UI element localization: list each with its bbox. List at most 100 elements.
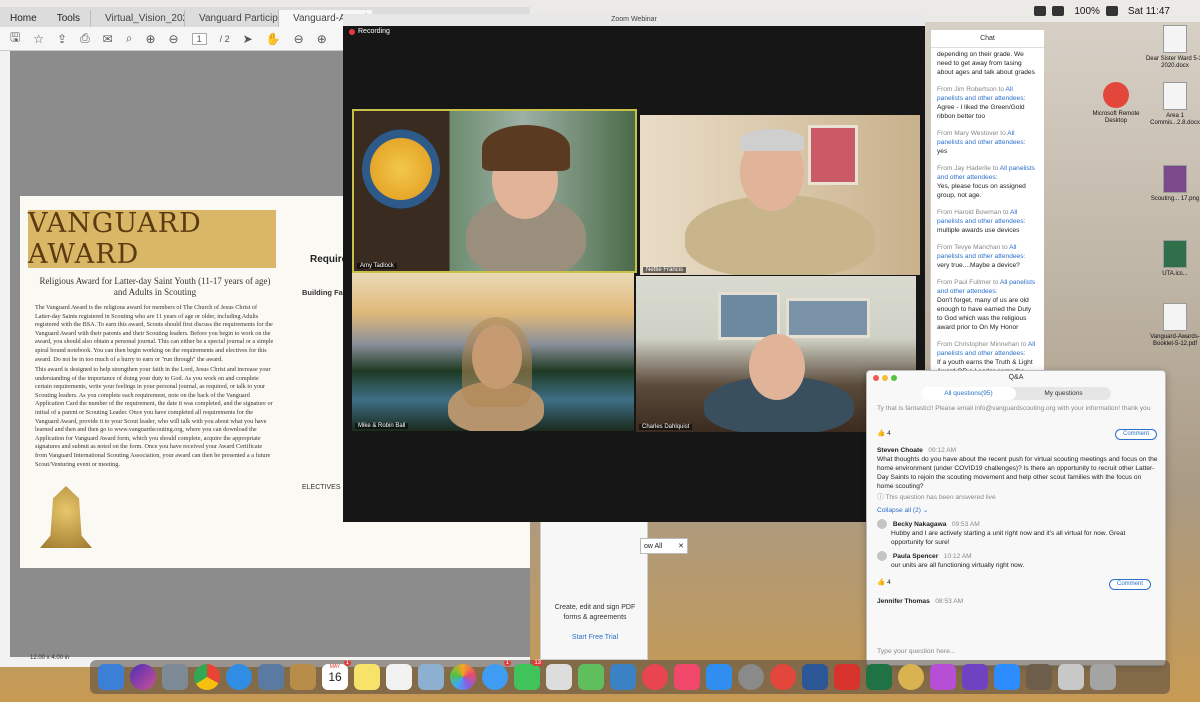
recording-dot-icon [349, 28, 355, 35]
facetime-icon[interactable]: 13 [514, 660, 543, 690]
photos-icon[interactable] [450, 664, 476, 690]
launchpad-icon[interactable] [162, 664, 188, 690]
close-window-icon[interactable] [873, 375, 879, 381]
comment-button[interactable]: Comment [1115, 429, 1157, 440]
reminders-icon[interactable] [386, 664, 412, 690]
desktop-icon-uta[interactable]: UTA.ics... [1145, 240, 1200, 278]
wifi-icon[interactable] [1034, 6, 1047, 16]
maximize-window-icon[interactable] [891, 375, 897, 381]
calendar-icon[interactable]: MAY 16 1 [322, 660, 351, 690]
email-icon[interactable]: ✉ [103, 32, 113, 46]
chat-message-text: Don't forget, many of us are old enough … [937, 297, 1032, 331]
close-icon[interactable]: ✕ [678, 542, 684, 550]
acrobat-icon[interactable] [834, 664, 860, 690]
chrome-icon[interactable] [194, 664, 220, 690]
document-tab[interactable]: Vanguard Particip... [184, 10, 278, 27]
document-tab[interactable]: Virtual_Vision_202... [90, 10, 184, 27]
battery-icon[interactable] [1105, 6, 1118, 16]
chat-message-text: yes [937, 148, 948, 155]
tab-my-questions[interactable]: My questions [1016, 387, 1111, 400]
desktop-icon-scouting-png[interactable]: Scouting... 17.png [1145, 165, 1200, 203]
siri-icon[interactable] [130, 664, 156, 690]
intro-paragraph-2: This award is designed to help strengthe… [35, 366, 273, 468]
print-icon[interactable]: ⎙ [80, 31, 90, 46]
zoom-search-icon[interactable]: ⌕ [126, 31, 133, 46]
finder-icon[interactable] [98, 664, 124, 690]
trash-icon[interactable] [1090, 664, 1116, 690]
system-preferences-icon[interactable] [738, 664, 764, 690]
chat-message: From Mary Westover to All panelists and … [937, 129, 1038, 156]
video-tile-mike-robin-ball[interactable]: Mike & Robin Ball [352, 273, 634, 431]
thumbs-up-icon[interactable]: 👍 [877, 430, 885, 437]
zoom-in-icon[interactable]: ⊕ [317, 32, 327, 46]
page-number-field[interactable]: 1 [191, 32, 207, 45]
numbers-icon[interactable] [578, 664, 604, 690]
chat-title: Chat [931, 30, 1044, 48]
home-tab[interactable]: Home [0, 10, 47, 27]
upload-icon[interactable]: ⇪ [57, 32, 67, 46]
page-down-icon[interactable]: ⊖ [169, 32, 179, 46]
photos-booth-icon[interactable] [418, 664, 444, 690]
chat-message-text: If a youth earns the Truth & Light Award… [937, 359, 1033, 370]
reply-text: our units are all functioning virtually … [891, 562, 1025, 569]
question-input[interactable]: Type your question here... [877, 648, 1157, 655]
comment-button[interactable]: Comment [1109, 579, 1151, 590]
desktop-icon-remote-desktop[interactable]: Microsoft Remote Desktop [1086, 82, 1146, 125]
chat-sender: From Mary Westover to [937, 130, 1006, 137]
desktop-icon-dear-sister-ward[interactable]: Dear Sister Ward 5-3-2020.docx [1145, 25, 1200, 70]
desktop-icon-vanguard-pdf[interactable]: Vanguard-Awards-Booklet-5-12.pdf [1145, 303, 1200, 348]
tools-tab[interactable]: Tools [47, 10, 90, 27]
collapse-all-link[interactable]: Collapse all (2) ⌄ [877, 506, 1159, 515]
start-free-trial-link[interactable]: Start Free Trial [549, 634, 641, 641]
zoom-out-icon[interactable]: ⊖ [294, 32, 304, 46]
design-app-icon[interactable] [962, 664, 988, 690]
desktop-icon-area-1[interactable]: Area 1 Commis...2.8.docx [1145, 82, 1200, 127]
wall-painting [718, 292, 780, 340]
tab-all-questions[interactable]: All questions(95) [921, 387, 1016, 400]
select-cursor-icon[interactable]: ➤ [243, 32, 253, 46]
affinity-icon[interactable] [930, 664, 956, 690]
menubar-clock[interactable]: Sat 11:47 [1128, 6, 1170, 17]
reply-author: Becky Nakagawa [892, 520, 947, 528]
keynote-icon[interactable] [610, 664, 636, 690]
reply-author: Paula Spencer [892, 552, 939, 560]
preview-icon[interactable] [258, 664, 284, 690]
app-store-icon[interactable] [706, 664, 732, 690]
scouting-app-icon[interactable] [898, 664, 924, 690]
show-all-popup[interactable]: ow All ✕ [640, 538, 688, 554]
music-icon[interactable] [674, 664, 700, 690]
like-count: 4 [887, 579, 891, 586]
chat-sender: From Harold Bowman to [937, 209, 1009, 216]
remote-desktop-icon[interactable] [770, 664, 796, 690]
news-icon[interactable] [642, 664, 668, 690]
page-up-icon[interactable]: ⊕ [145, 32, 155, 46]
minimize-window-icon[interactable] [882, 375, 888, 381]
recording-indicator: Recording [349, 28, 390, 35]
question-time: 08:53 AM [935, 598, 964, 605]
word-icon[interactable] [802, 664, 828, 690]
answered-status: ⓘ This question has been answered live [877, 493, 1159, 502]
safari-icon[interactable] [226, 664, 252, 690]
messages-icon[interactable]: 1 [482, 660, 511, 690]
downloads-folder-icon[interactable] [1026, 664, 1052, 690]
chat-message: From Harold Bowman to All panelists and … [937, 208, 1038, 235]
bookmark-icon[interactable]: ☆ [33, 32, 44, 46]
question-header: Steven Choate 09:12 AM [877, 446, 1159, 455]
maps-icon[interactable] [546, 664, 572, 690]
thumbs-up-icon[interactable]: 👍 [877, 579, 885, 586]
volume-icon[interactable] [1052, 6, 1065, 16]
pdf-file-icon [1163, 303, 1187, 331]
chat-messages[interactable]: depending on their grade. We need to get… [931, 48, 1044, 370]
notes-icon[interactable] [354, 664, 380, 690]
video-tile-nettie-francis[interactable]: Nettie Francis [640, 115, 920, 275]
excel-icon[interactable] [866, 664, 892, 690]
wall-painting [808, 125, 858, 185]
save-icon[interactable]: 🖫 [10, 28, 20, 49]
question-author: Steven Choate [877, 447, 923, 454]
hand-tool-icon[interactable]: ✋ [266, 32, 281, 46]
video-tile-amy-tadlock[interactable]: Amy Tadlock [352, 109, 637, 273]
notebook-icon[interactable] [290, 664, 316, 690]
zoom-icon[interactable] [994, 664, 1020, 690]
documents-folder-icon[interactable] [1058, 664, 1084, 690]
reply-text: Hubby and I are actively starting a unit… [891, 530, 1126, 546]
